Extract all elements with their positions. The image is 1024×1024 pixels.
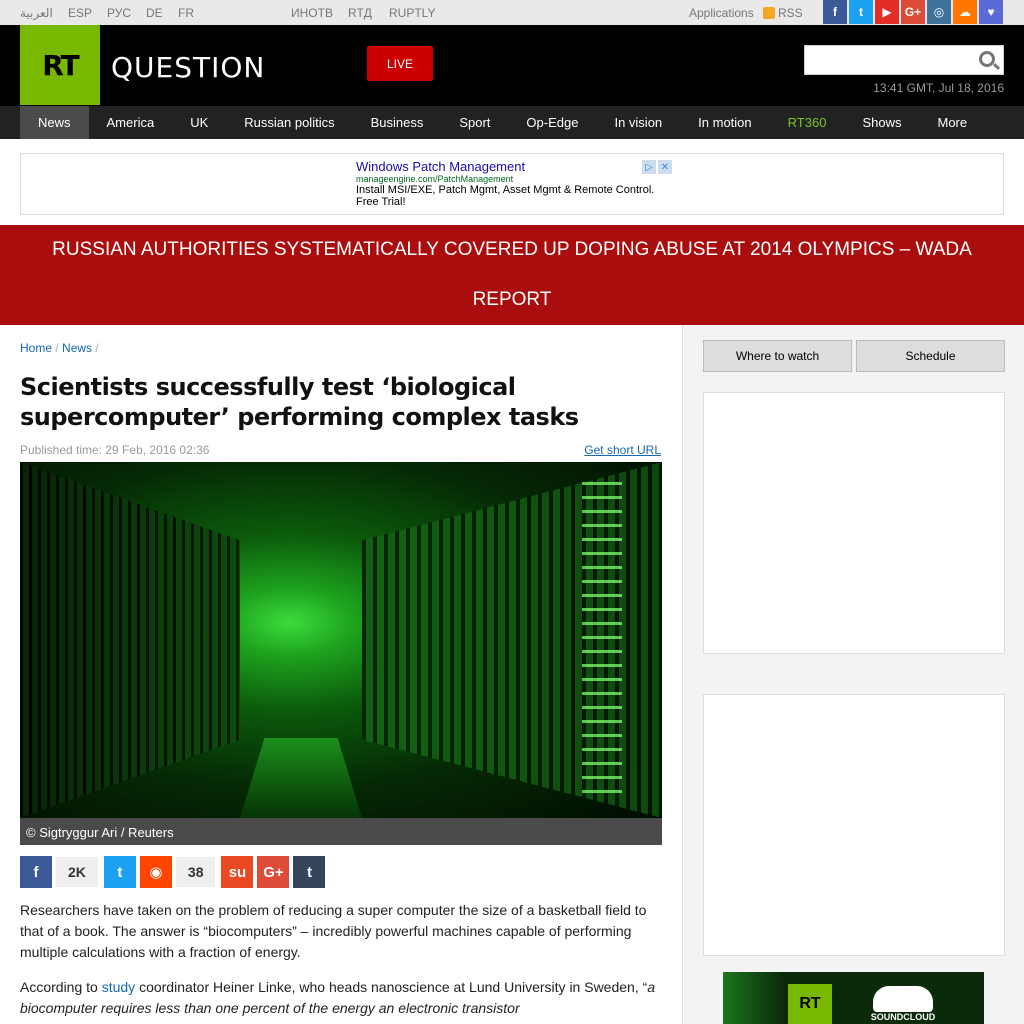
ad-info-icon[interactable]: ▷	[642, 160, 656, 174]
live-button[interactable]: LIVE	[367, 46, 433, 81]
paragraph-2-prefix: According to	[20, 979, 102, 995]
facebook-share-button[interactable]: f	[20, 856, 52, 888]
nav-item-russian-politics[interactable]: Russian politics	[226, 106, 352, 139]
nav-item-in-vision[interactable]: In vision	[596, 106, 680, 139]
soundcloud-cloud-icon	[873, 986, 933, 1012]
photo-server-rack-left	[20, 462, 240, 818]
share-bar: f 2K t ◉ 38 su G+ t	[20, 855, 326, 889]
article-title: Scientists successfully test ‘biological…	[20, 373, 579, 431]
lang-fr-link[interactable]: FR	[178, 6, 194, 20]
facebook-share-count: 2K	[56, 857, 98, 887]
breadcrumb-news[interactable]: News	[62, 341, 92, 355]
nav-item-in-motion[interactable]: In motion	[680, 106, 769, 139]
ad-choices[interactable]: ▷ ✕	[642, 160, 672, 174]
search-input[interactable]	[804, 45, 1004, 75]
site-header: RT QUESTION LIVE 13:41 GMT, Jul 18, 2016	[0, 25, 1024, 106]
rt-logo-text: RT	[42, 48, 79, 82]
stumbleupon-share-button[interactable]: su	[221, 856, 254, 888]
article-paragraph-1: Researchers have taken on the problem of…	[20, 902, 647, 960]
nav-item-shows[interactable]: Shows	[844, 106, 919, 139]
ad-description: Install MSI/EXE, Patch Mgmt, Asset Mgmt …	[356, 184, 655, 208]
promo-glow	[723, 972, 783, 1024]
sidebar-ad-slot-1[interactable]	[703, 392, 1005, 654]
promo-soundcloud-label: SOUNDCLOUD	[870, 1012, 936, 1022]
nav-item-business[interactable]: Business	[353, 106, 442, 139]
promo-soundcloud: SOUNDCLOUD	[853, 978, 953, 1024]
short-url-link[interactable]: Get short URL	[584, 443, 661, 457]
photo-led-lights	[582, 482, 622, 802]
twitter-icon[interactable]: t	[849, 0, 873, 24]
soundcloud-promo[interactable]: RT SOUNDCLOUD	[723, 972, 984, 1024]
lang-de-link[interactable]: DE	[146, 6, 163, 20]
social-links: f t ▶ G+ ◎ ☁ ♥	[823, 0, 1003, 24]
partner-inotv-link[interactable]: ИНОТВ	[291, 6, 333, 20]
google-plus-icon[interactable]: G+	[901, 0, 925, 24]
ad-title[interactable]: Windows Patch Management	[356, 159, 676, 174]
extra-social-icon[interactable]: ♥	[979, 0, 1003, 24]
lang-rus-link[interactable]: РУС	[107, 6, 131, 20]
tumblr-share-button[interactable]: t	[293, 856, 326, 888]
reddit-share-button[interactable]: ◉	[139, 856, 172, 888]
rss-icon	[763, 7, 775, 19]
current-datetime: 13:41 GMT, Jul 18, 2016	[873, 81, 1004, 95]
nav-item-uk[interactable]: UK	[172, 106, 226, 139]
where-to-watch-button[interactable]: Where to watch	[703, 340, 852, 372]
top-bar: العربية ESP РУС DE FR ИНОТВ RTД RUPTLY A…	[0, 0, 1024, 25]
section-title: QUESTION	[111, 51, 266, 84]
facebook-icon[interactable]: f	[823, 0, 847, 24]
sidebar-ad-slot-2[interactable]	[703, 694, 1005, 956]
breadcrumb-separator: /	[95, 341, 99, 355]
ad-banner[interactable]: Windows Patch Management manageengine.co…	[20, 153, 1004, 215]
nav-item-news[interactable]: News	[20, 106, 89, 139]
breadcrumb: Home / News /	[20, 341, 99, 355]
partner-ruptly-link[interactable]: RUPTLY	[389, 6, 435, 20]
promo-rt-logo: RT	[788, 984, 832, 1024]
paragraph-2-mid: coordinator Heiner Linke, who heads nano…	[135, 979, 648, 995]
sidebar: Where to watch Schedule RT SOUNDCLOUD	[682, 325, 1024, 1024]
published-time: Published time: 29 Feb, 2016 02:36	[20, 443, 210, 457]
lang-arabic-link[interactable]: العربية	[20, 6, 53, 20]
nav-item-sport[interactable]: Sport	[441, 106, 508, 139]
nav-item-op-edge[interactable]: Op-Edge	[508, 106, 596, 139]
schedule-button[interactable]: Schedule	[856, 340, 1005, 372]
breadcrumb-home[interactable]: Home	[20, 341, 52, 355]
soundcloud-icon[interactable]: ☁	[953, 0, 977, 24]
lang-esp-link[interactable]: ESP	[68, 6, 92, 20]
youtube-icon[interactable]: ▶	[875, 0, 899, 24]
search-icon[interactable]	[979, 51, 995, 67]
twitter-share-button[interactable]: t	[103, 856, 136, 888]
google-plus-share-button[interactable]: G+	[257, 856, 290, 888]
applications-link[interactable]: Applications	[689, 6, 754, 20]
photo-caption: © Sigtryggur Ari / Reuters	[20, 818, 662, 845]
article-paragraph-2: According to study coordinator Heiner Li…	[20, 977, 660, 1019]
rss-link[interactable]: RSS	[763, 6, 803, 20]
ad-close-icon[interactable]: ✕	[658, 160, 672, 174]
partner-rtd-link[interactable]: RTД	[348, 6, 372, 20]
nav-item-america[interactable]: America	[89, 106, 173, 139]
main-nav: News America UK Russian politics Business Spo…	[0, 106, 1024, 139]
reddit-share-count: 38	[175, 857, 216, 887]
ad-content[interactable]: Windows Patch Management manageengine.co…	[356, 159, 676, 208]
nav-item-rt360[interactable]: RT360	[770, 106, 845, 139]
article-photo[interactable]	[20, 462, 662, 818]
rt-logo[interactable]: RT	[20, 25, 100, 105]
breaking-news-banner[interactable]: RUSSIAN AUTHORITIES SYSTEMATICALLY COVER…	[0, 225, 1024, 325]
study-link[interactable]: study	[102, 979, 135, 995]
instagram-icon[interactable]: ◎	[927, 0, 951, 24]
nav-item-more[interactable]: More	[919, 106, 985, 139]
photo-corridor-floor	[240, 738, 362, 818]
ad-url[interactable]: manageengine.com/PatchManagement	[356, 174, 676, 184]
rss-label: RSS	[778, 6, 803, 20]
